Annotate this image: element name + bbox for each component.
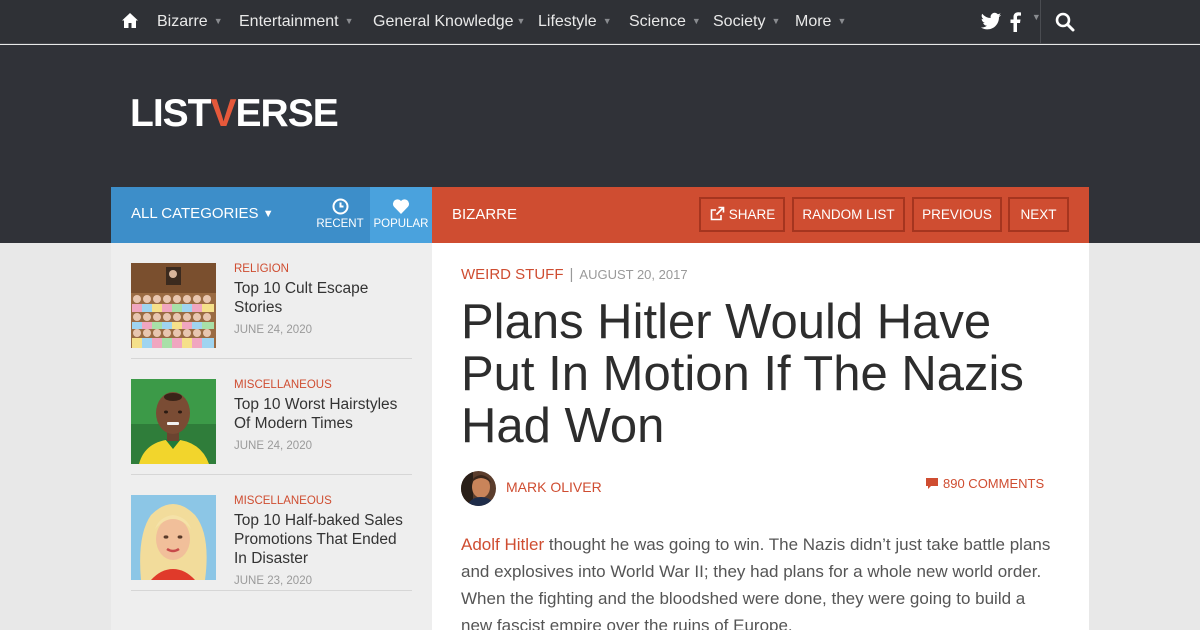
previous-button[interactable]: PREVIOUS xyxy=(912,197,1002,232)
thumbnail-image[interactable] xyxy=(131,379,216,464)
chevron-down-icon: ▼ xyxy=(602,16,612,26)
sidebar-list-item[interactable]: RELIGION Top 10 Cult Escape Stories JUNE… xyxy=(131,243,412,359)
facebook-icon[interactable] xyxy=(1009,12,1022,33)
nav-label: Entertainment xyxy=(239,13,339,30)
random-list-button[interactable]: RANDOM LIST xyxy=(792,197,905,232)
logo-text: ERSE xyxy=(235,92,339,135)
nav-item-entertainment[interactable]: Entertainment ▼ xyxy=(239,0,354,44)
nav-label: Bizarre xyxy=(157,13,208,30)
item-title[interactable]: Top 10 Cult Escape Stories xyxy=(234,279,412,317)
popular-label: POPULAR xyxy=(373,218,429,230)
nav-label: Lifestyle xyxy=(538,13,597,30)
chevron-down-icon: ▼ xyxy=(837,16,847,26)
item-date: JUNE 23, 2020 xyxy=(234,575,312,587)
nav-item-lifestyle[interactable]: Lifestyle ▼ xyxy=(538,0,612,44)
avatar[interactable] xyxy=(461,471,496,506)
recent-tab[interactable]: RECENT xyxy=(311,187,369,243)
article-body: Adolf Hitler thought he was going to win… xyxy=(461,531,1061,630)
twitter-icon[interactable] xyxy=(980,12,1002,32)
item-title[interactable]: Top 10 Worst Hairstyles Of Modern Times xyxy=(234,395,412,433)
nav-label: Society xyxy=(713,13,766,30)
clock-icon xyxy=(332,198,348,215)
chevron-down-icon: ▼ xyxy=(344,16,354,26)
comment-icon xyxy=(926,478,938,489)
nav-item-more[interactable]: More ▼ xyxy=(795,0,846,44)
article-title: Plans Hitler Would Have Put In Motion If… xyxy=(461,295,1024,453)
nav-label: More xyxy=(795,13,832,30)
recent-label: RECENT xyxy=(316,218,364,230)
nav-divider xyxy=(1040,0,1041,44)
item-category[interactable]: MISCELLANEOUS xyxy=(234,495,332,507)
caret-down-icon: ▼ xyxy=(262,208,274,220)
nav-item-society[interactable]: Society ▼ xyxy=(713,0,780,44)
item-title[interactable]: Top 10 Half-baked Sales Promotions That … xyxy=(234,511,412,568)
share-label: SHARE xyxy=(728,207,776,222)
home-icon[interactable] xyxy=(121,12,139,30)
search-icon[interactable] xyxy=(1055,12,1075,32)
body-text: thought he was going to win. The Nazis d… xyxy=(461,535,1051,630)
item-date: JUNE 24, 2020 xyxy=(234,324,312,336)
article-category[interactable]: WEIRD STUFF xyxy=(461,266,564,283)
meta-separator: | xyxy=(569,266,574,283)
top-nav: Bizarre ▼ Entertainment ▼ General Knowledg… xyxy=(0,0,1200,44)
nav-label: General Knowledge xyxy=(373,13,514,30)
nav-item-general-knowledge[interactable]: General Knowledge ▼ xyxy=(373,0,525,44)
site-logo[interactable]: LISTVERSE xyxy=(130,94,339,133)
social-links: ▼ xyxy=(980,12,1041,33)
comments-link[interactable]: 890 COMMENTS xyxy=(925,476,1044,491)
article-date: AUGUST 20, 2017 xyxy=(579,267,688,282)
breadcrumb[interactable]: BIZARRE xyxy=(452,187,517,243)
article-meta: WEIRD STUFF | AUGUST 20, 2017 xyxy=(461,266,688,283)
thumbnail-image[interactable] xyxy=(131,263,216,348)
external-link-icon xyxy=(710,206,725,221)
item-category[interactable]: RELIGION xyxy=(234,263,289,275)
nav-label: Science xyxy=(629,13,686,30)
thumbnail-image[interactable] xyxy=(131,495,216,580)
popular-tab[interactable]: POPULAR xyxy=(370,187,432,243)
all-categories-label: ALL CATEGORIES xyxy=(131,205,259,222)
author-link[interactable]: MARK OLIVER xyxy=(506,479,602,495)
item-category[interactable]: MISCELLANEOUS xyxy=(234,379,332,391)
logo-text: LIST xyxy=(130,92,211,135)
sidebar-list-item[interactable]: MISCELLANEOUS Top 10 Half-baked Sales Pr… xyxy=(131,475,412,591)
body-link[interactable]: Adolf Hitler xyxy=(461,535,544,554)
chevron-down-icon: ▼ xyxy=(516,16,526,26)
chevron-down-icon: ▼ xyxy=(213,16,223,26)
item-date: JUNE 24, 2020 xyxy=(234,440,312,452)
all-categories-dropdown[interactable]: ALL CATEGORIES ▼ xyxy=(131,187,274,243)
sidebar-list-item[interactable]: MISCELLANEOUS Top 10 Worst Hairstyles Of… xyxy=(131,359,412,475)
nav-item-bizarre[interactable]: Bizarre ▼ xyxy=(157,0,223,44)
nav-item-science[interactable]: Science ▼ xyxy=(629,0,701,44)
logo-text: V xyxy=(210,92,237,135)
share-button[interactable]: SHARE xyxy=(699,197,785,232)
chevron-down-icon: ▼ xyxy=(771,16,781,26)
heart-icon xyxy=(392,199,410,214)
chevron-down-icon: ▼ xyxy=(691,16,701,26)
comments-count: 890 COMMENTS xyxy=(943,476,1045,491)
next-button[interactable]: NEXT xyxy=(1008,197,1069,232)
